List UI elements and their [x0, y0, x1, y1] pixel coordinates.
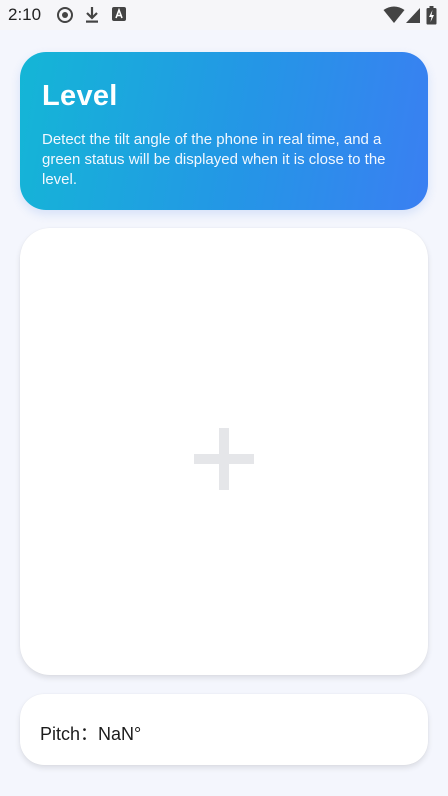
status-time: 2:10	[8, 5, 42, 24]
plus-crosshair-icon	[194, 428, 254, 490]
battery-charging-icon	[426, 6, 437, 30]
header-card: Level Detect the tilt angle of the phone…	[20, 52, 428, 210]
pitch-readout: Pitch：NaN°	[40, 724, 142, 744]
record-icon	[56, 6, 74, 29]
app-a-icon	[111, 6, 127, 27]
header-description: Detect the tilt angle of the phone in re…	[42, 131, 386, 188]
page-title: Level	[42, 80, 118, 112]
status-bar: 2:10	[0, 0, 448, 30]
download-icon	[84, 6, 100, 29]
level-view	[20, 228, 428, 675]
pitch-card: Pitch：NaN°	[20, 694, 428, 765]
crosshair-vertical-bar	[219, 428, 229, 490]
wifi-icon	[383, 6, 405, 29]
cell-signal-icon	[405, 6, 421, 29]
